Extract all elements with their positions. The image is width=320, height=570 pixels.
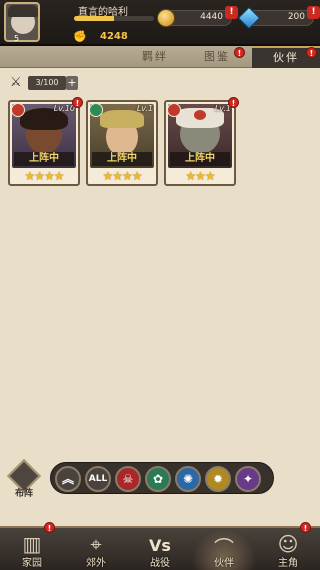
card-alert-badge: ! <box>228 97 239 108</box>
power-value: 4248 <box>100 31 128 42</box>
tab-partners-alert-badge: ! <box>306 47 317 58</box>
gem-value: 200 <box>287 12 305 22</box>
star-rating: ★★★ <box>185 169 215 183</box>
gold-alert-button[interactable]: ! <box>225 6 238 19</box>
tab-bar: 羁绊 图鉴 伙伴 ! ! <box>0 46 320 68</box>
nav-hero-label: 主角 <box>278 558 298 569</box>
nav-hero-alert-badge: ! <box>300 522 311 533</box>
gem-alert-button[interactable]: ! <box>307 6 320 19</box>
deployed-status: 上阵中 <box>92 152 152 166</box>
player-avatar[interactable] <box>4 2 40 42</box>
nav-outskirts-label: 郊外 <box>86 558 106 569</box>
role-icon <box>11 103 25 117</box>
filter-skull-icon[interactable]: ☠ <box>115 466 141 492</box>
collapse-filter-button[interactable]: ︽ <box>55 466 81 492</box>
portrait-emblem <box>194 110 206 120</box>
nav-partners-label: 伙伴 <box>214 558 234 569</box>
filter-star-icon[interactable]: ✦ <box>235 466 261 492</box>
formation-button[interactable]: 布阵 <box>7 459 41 499</box>
nav-outskirts[interactable]: ⌖ 郊外 <box>64 528 128 570</box>
formation-label: 布阵 <box>14 489 33 499</box>
nav-campaign-label: 战役 <box>150 558 170 569</box>
nav-partners[interactable]: ⌒ 伙伴 <box>192 528 256 570</box>
expand-capacity-button[interactable]: + <box>66 76 78 90</box>
role-icon <box>167 103 181 117</box>
gem-icon <box>237 6 261 30</box>
filter-all-button[interactable]: ALL <box>85 466 111 492</box>
partner-card[interactable]: Lv.1 上阵中 ★★★★ <box>86 100 158 186</box>
tab-codex-alert-badge: ! <box>234 47 245 58</box>
nav-home-label: 家园 <box>22 558 42 569</box>
partner-card[interactable]: Lv.10 上阵中 ★★★★ ! <box>8 97 83 186</box>
building-icon: ▥ <box>22 532 42 556</box>
role-icon <box>89 103 103 117</box>
bottom-nav: ▥ 家园 ! ⌖ 郊外 Vs 战役 ⌒ 伙伴 ☺ 主角 ! <box>0 522 320 570</box>
tab-bonds[interactable]: 羁绊 <box>130 46 180 68</box>
star-rating: ★★★★ <box>24 169 64 183</box>
top-bar: 5 直言的哈利 ✊ 4248 4440 ! 200 ! <box>0 0 320 46</box>
filter-leaf-icon[interactable]: ✿ <box>145 466 171 492</box>
xp-bar <box>74 16 154 21</box>
card-alert-badge: ! <box>72 97 83 108</box>
gold-counter[interactable]: 4440 ! <box>157 6 238 27</box>
character-icon: ☺ <box>277 532 299 556</box>
role-filter-bar: ︽ ALL ☠ ✿ ✺ ✹ ✦ <box>50 462 274 494</box>
nav-home[interactable]: ▥ 家园 ! <box>0 522 64 570</box>
gem-counter[interactable]: 200 ! <box>237 6 320 30</box>
partner-card[interactable]: Lv.1 上阵中 ★★★ ! <box>164 97 239 186</box>
star-rating: ★★★★ <box>102 169 142 183</box>
gold-coin-icon <box>157 9 175 27</box>
power-fist-icon: ✊ <box>73 30 87 43</box>
deployed-status: 上阵中 <box>170 152 230 166</box>
xp-fill <box>74 16 114 21</box>
filter-sun-icon[interactable]: ✹ <box>205 466 231 492</box>
player-level: 5 <box>14 34 20 43</box>
deployed-status: 上阵中 <box>14 152 74 166</box>
telescope-icon: ⌖ <box>90 532 102 556</box>
nav-hero[interactable]: ☺ 主角 ! <box>256 522 320 570</box>
partner-level: Lv.1 <box>136 104 153 113</box>
nav-home-alert-badge: ! <box>44 522 55 533</box>
gold-value: 4440 <box>200 12 223 22</box>
nav-campaign[interactable]: Vs 战役 <box>128 528 192 570</box>
partner-count-icon: ⚔ <box>10 75 22 90</box>
avatar-hat <box>8 5 38 17</box>
partner-count: 3/100 <box>28 76 66 90</box>
hat-icon: ⌒ <box>214 536 234 560</box>
filter-gear-icon[interactable]: ✺ <box>175 466 201 492</box>
